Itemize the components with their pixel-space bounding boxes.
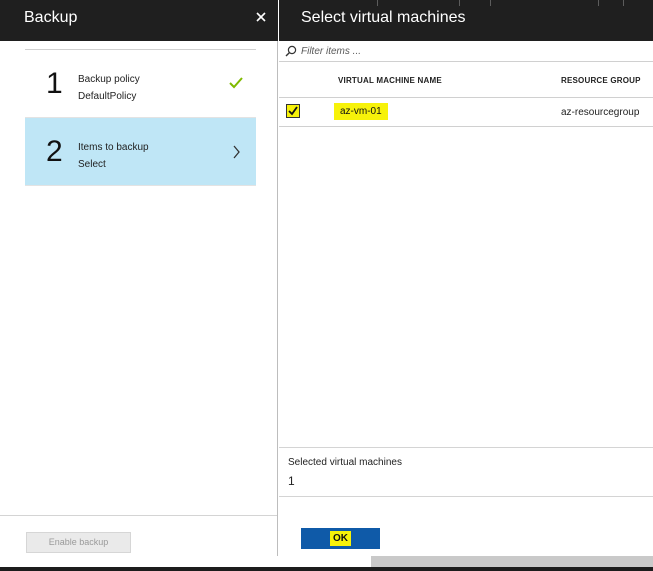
selected-vms-label: Selected virtual machines bbox=[288, 457, 402, 468]
vm-table-header: VIRTUAL MACHINE NAME RESOURCE GROUP bbox=[279, 62, 653, 98]
header-divider bbox=[377, 0, 378, 6]
step-number: 1 bbox=[46, 67, 63, 100]
column-header-vm-name[interactable]: VIRTUAL MACHINE NAME bbox=[338, 76, 442, 85]
backup-blade-footer: Enable backup bbox=[0, 515, 277, 553]
backup-steps: 1 Backup policy DefaultPolicy 2 Items to… bbox=[25, 49, 256, 186]
checkmark-icon bbox=[288, 106, 298, 116]
select-vms-blade-title: Select virtual machines bbox=[301, 9, 466, 26]
step-title: Items to backup bbox=[78, 142, 149, 153]
resource-group-cell: az-resourcegroup bbox=[561, 107, 640, 118]
vm-name-cell: az-vm-01 bbox=[334, 103, 388, 120]
step-subtitle: Select bbox=[78, 159, 106, 170]
checkmark-icon bbox=[229, 77, 243, 89]
step-items-to-backup[interactable]: 2 Items to backup Select bbox=[25, 118, 256, 186]
window-bottom-edge bbox=[0, 567, 653, 571]
select-vms-blade: Select virtual machines VIRTUAL MACHINE … bbox=[279, 0, 653, 571]
filter-bar bbox=[279, 41, 653, 62]
column-header-resource-group[interactable]: RESOURCE GROUP bbox=[561, 76, 641, 85]
header-divider bbox=[623, 0, 624, 6]
select-vms-blade-header: Select virtual machines bbox=[279, 0, 653, 41]
row-checkbox[interactable] bbox=[286, 104, 300, 118]
chevron-right-icon bbox=[233, 145, 240, 159]
filter-items-input[interactable] bbox=[301, 43, 641, 60]
ok-button-label: OK bbox=[330, 531, 351, 546]
table-row[interactable]: az-vm-01 az-resourcegroup bbox=[279, 98, 653, 127]
close-icon bbox=[256, 12, 266, 22]
header-divider bbox=[598, 0, 599, 6]
step-number: 2 bbox=[46, 135, 63, 168]
scrollbar-thumb[interactable] bbox=[371, 556, 653, 567]
backup-blade-title: Backup bbox=[24, 9, 78, 26]
step-backup-policy[interactable]: 1 Backup policy DefaultPolicy bbox=[25, 50, 256, 118]
search-icon bbox=[285, 45, 297, 57]
header-divider bbox=[490, 0, 491, 6]
selected-vms-summary: Selected virtual machines 1 bbox=[279, 447, 653, 497]
selected-vms-count: 1 bbox=[288, 474, 295, 488]
enable-backup-button[interactable]: Enable backup bbox=[26, 532, 131, 553]
step-subtitle: DefaultPolicy bbox=[78, 91, 137, 102]
ok-button[interactable]: OK bbox=[301, 528, 380, 549]
close-button[interactable] bbox=[252, 7, 270, 27]
step-title: Backup policy bbox=[78, 74, 140, 85]
backup-blade: Backup 1 Backup policy DefaultPolicy 2 I… bbox=[0, 0, 278, 571]
header-divider bbox=[459, 0, 460, 6]
backup-blade-header: Backup bbox=[0, 0, 278, 41]
